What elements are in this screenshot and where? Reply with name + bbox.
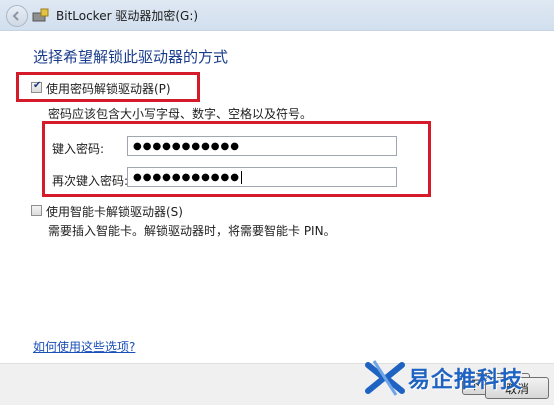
back-button[interactable] [6,5,28,27]
reenter-password-value: ●●●●●●●●●●● [133,171,240,183]
help-link[interactable]: 如何使用这些选项? [33,338,135,355]
smartcard-unlock-checkbox[interactable] [31,205,42,216]
password-value: ●●●●●●●●●●● [133,140,240,152]
bitlocker-icon [32,6,50,27]
password-hint: 密码应该包含大小写字母、数字、空格以及符号。 [48,107,313,121]
text-caret [240,170,242,184]
watermark-logo [364,357,406,402]
reenter-password-label: 再次键入密码: [52,174,129,188]
reenter-password-input[interactable]: ●●●●●●●●●●● [127,167,397,187]
page-heading: 选择希望解锁此驱动器的方式 [33,48,229,66]
back-arrow-icon [12,11,19,21]
enter-password-input[interactable]: ●●●●●●●●●●● [127,136,397,156]
password-unlock-checkbox[interactable]: ✔ [31,80,42,93]
window-title: BitLocker 驱动器加密(G:) [56,9,199,23]
smartcard-unlock-label[interactable]: 使用智能卡解锁驱动器(S) [46,203,183,220]
smartcard-hint: 需要插入智能卡。解锁驱动器时，将需要智能卡 PIN。 [48,224,336,238]
watermark-text: 易企推科技 [408,368,524,393]
title-bar: BitLocker 驱动器加密(G:) [0,0,554,31]
enter-password-label: 键入密码: [52,142,105,156]
checkmark-icon: ✔ [33,80,42,91]
password-unlock-label[interactable]: 使用密码解锁驱动器(P) [46,80,171,97]
